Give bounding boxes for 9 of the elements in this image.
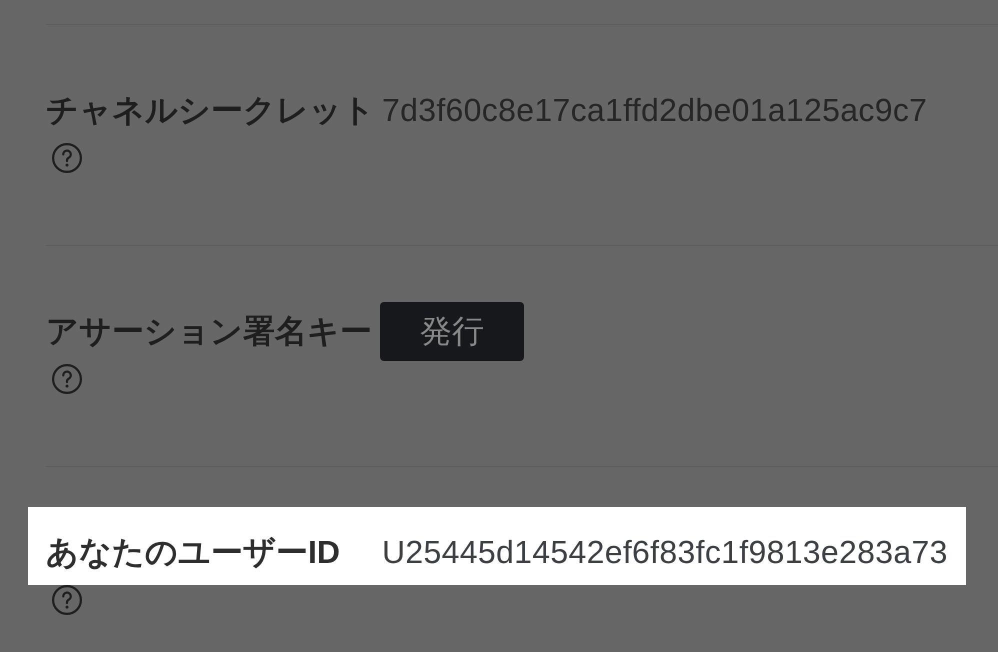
help-icon[interactable] — [52, 143, 82, 173]
field-value: 7d3f60c8e17ca1ffd2dbe01a125ac9c7 — [382, 91, 928, 130]
issue-button[interactable]: 発行 — [380, 302, 524, 360]
field-label: アサーション署名キー — [46, 313, 372, 349]
field-value: U25445d14542ef6f83fc1f9813e283a73 — [382, 533, 948, 572]
help-icon[interactable] — [52, 585, 82, 615]
field-label: あなたのユーザーID — [46, 534, 340, 570]
field-label: チャネルシークレット — [46, 92, 375, 128]
help-icon[interactable] — [52, 364, 82, 394]
